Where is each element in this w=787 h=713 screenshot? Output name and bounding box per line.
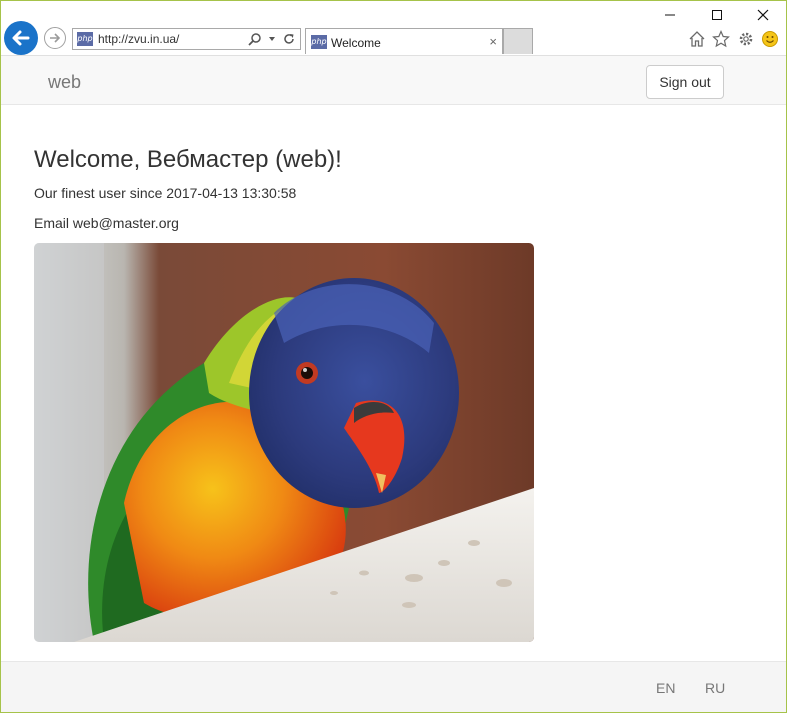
browser-window: php http://zvu.in.ua/ php Welcome × web … — [0, 0, 787, 713]
home-icon — [689, 31, 705, 47]
back-arrow-icon — [12, 30, 30, 46]
tab-favicon: php — [311, 35, 327, 49]
url-text[interactable]: http://zvu.in.ua/ — [98, 32, 179, 46]
language-en-link[interactable]: EN — [656, 680, 675, 696]
favorites-button[interactable] — [711, 29, 731, 49]
home-button[interactable] — [687, 29, 707, 49]
tab-title: Welcome — [331, 36, 381, 50]
gear-icon — [739, 32, 753, 46]
feedback-button[interactable] — [760, 29, 780, 49]
new-tab-button[interactable] — [503, 28, 533, 54]
refresh-icon[interactable] — [282, 32, 296, 46]
maximize-button[interactable] — [707, 5, 727, 25]
dropdown-icon[interactable] — [268, 35, 276, 43]
browser-chrome: php http://zvu.in.ua/ php Welcome × — [1, 1, 786, 55]
minimize-icon — [665, 14, 675, 16]
parrot-photo — [34, 243, 534, 642]
settings-button[interactable] — [736, 29, 756, 49]
page-title: Welcome, Вебмастер (web)! — [34, 146, 342, 173]
page-favicon: php — [77, 32, 93, 46]
main-content: Welcome, Вебмастер (web)! — [34, 145, 342, 175]
close-button[interactable] — [753, 5, 773, 25]
email-text: Email web@master.org — [34, 215, 179, 231]
search-icon[interactable] — [248, 32, 262, 46]
site-footer: EN RU — [1, 661, 786, 712]
navbar-brand[interactable]: web — [48, 72, 81, 93]
site-navbar: web Sign out — [1, 55, 786, 105]
language-ru-link[interactable]: RU — [705, 680, 725, 696]
minimize-button[interactable] — [660, 5, 680, 25]
forward-button[interactable] — [44, 27, 66, 49]
member-since-text: Our finest user since 2017-04-13 13:30:5… — [34, 185, 297, 201]
close-icon — [757, 9, 769, 21]
sign-out-button[interactable]: Sign out — [646, 65, 724, 99]
star-icon — [712, 30, 730, 48]
smiley-icon — [762, 31, 778, 47]
back-button[interactable] — [4, 21, 38, 55]
tab-welcome[interactable]: php Welcome × — [305, 28, 503, 54]
tab-close-icon[interactable]: × — [489, 34, 497, 49]
maximize-icon — [712, 10, 722, 20]
address-bar[interactable]: php http://zvu.in.ua/ — [72, 28, 301, 50]
forward-arrow-icon — [50, 33, 61, 43]
